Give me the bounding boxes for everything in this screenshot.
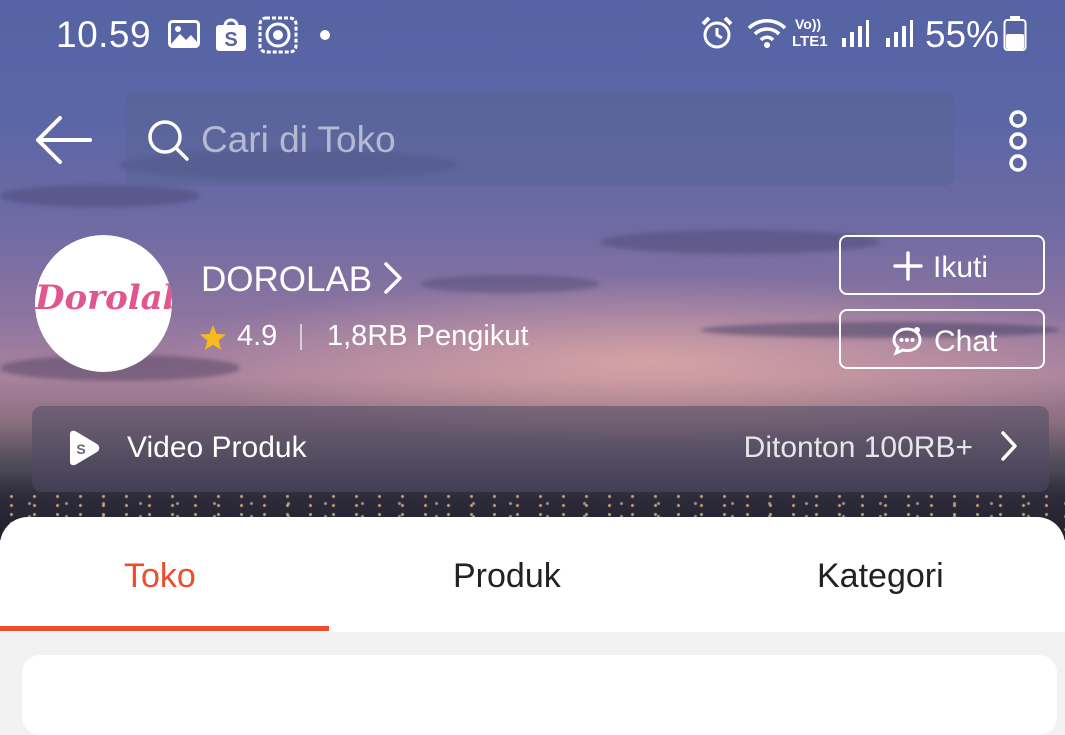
shop-rating: 4.9: [237, 320, 278, 352]
chat-button[interactable]: Chat: [839, 309, 1045, 369]
active-tab-indicator: [0, 626, 329, 631]
chat-bubble-icon: [891, 326, 923, 364]
search-placeholder: Cari di Toko: [201, 119, 396, 160]
battery-icon: [1003, 16, 1027, 57]
gallery-icon: [168, 20, 200, 53]
tab-produk[interactable]: Produk: [453, 557, 561, 596]
shop-logo: Dorolab: [35, 278, 172, 318]
back-button[interactable]: [34, 110, 94, 170]
star-icon: [199, 324, 227, 356]
search-icon: [146, 118, 190, 167]
svg-text:S: S: [224, 29, 237, 51]
status-bar: 10.59 S Vo)) LTE1 55%: [0, 14, 1065, 60]
shop-search-input[interactable]: Cari di Toko: [126, 92, 954, 186]
follow-button[interactable]: Ikuti: [839, 235, 1045, 295]
volte-label: Vo)): [795, 16, 822, 32]
video-view-count: Ditonton 100RB+: [743, 431, 973, 464]
follow-label: Ikuti: [933, 251, 989, 284]
shop-avatar[interactable]: Dorolab: [35, 235, 172, 372]
plus-icon: [893, 251, 923, 289]
video-product-label: Video Produk: [127, 431, 307, 464]
quran-app-icon: [258, 16, 298, 59]
shop-tab-bar: Toko Produk Kategori: [0, 517, 1065, 632]
chevron-right-icon[interactable]: [382, 261, 404, 300]
signal-2-icon: [884, 18, 914, 53]
shop-name[interactable]: DOROLAB: [201, 260, 372, 300]
tab-kategori[interactable]: Kategori: [817, 557, 944, 596]
shopee-bag-icon: S: [214, 16, 248, 57]
video-play-icon: S: [66, 430, 100, 471]
battery-percent: 55%: [924, 14, 999, 55]
video-product-row[interactable]: S Video Produk Ditonton 100RB+: [32, 406, 1049, 492]
volte-lte1-icon: Vo)) LTE1: [792, 16, 836, 52]
back-arrow-icon: [36, 116, 92, 164]
chat-label: Chat: [934, 325, 998, 358]
tab-toko[interactable]: Toko: [124, 557, 196, 596]
wifi-icon: [745, 16, 789, 55]
svg-text:S: S: [76, 441, 85, 457]
lte-label: LTE1: [792, 33, 828, 50]
rating-divider: [300, 324, 302, 350]
dot-icon: [319, 28, 331, 46]
shop-followers: 1,8RB Pengikut: [327, 320, 529, 352]
chevron-right-icon: [999, 430, 1019, 467]
more-options-button[interactable]: [1005, 110, 1031, 172]
alarm-icon: [700, 16, 734, 55]
status-time: 10.59: [56, 14, 152, 55]
more-vertical-icon: [1009, 110, 1027, 172]
content-card: [22, 655, 1057, 735]
signal-1-icon: [840, 18, 870, 53]
